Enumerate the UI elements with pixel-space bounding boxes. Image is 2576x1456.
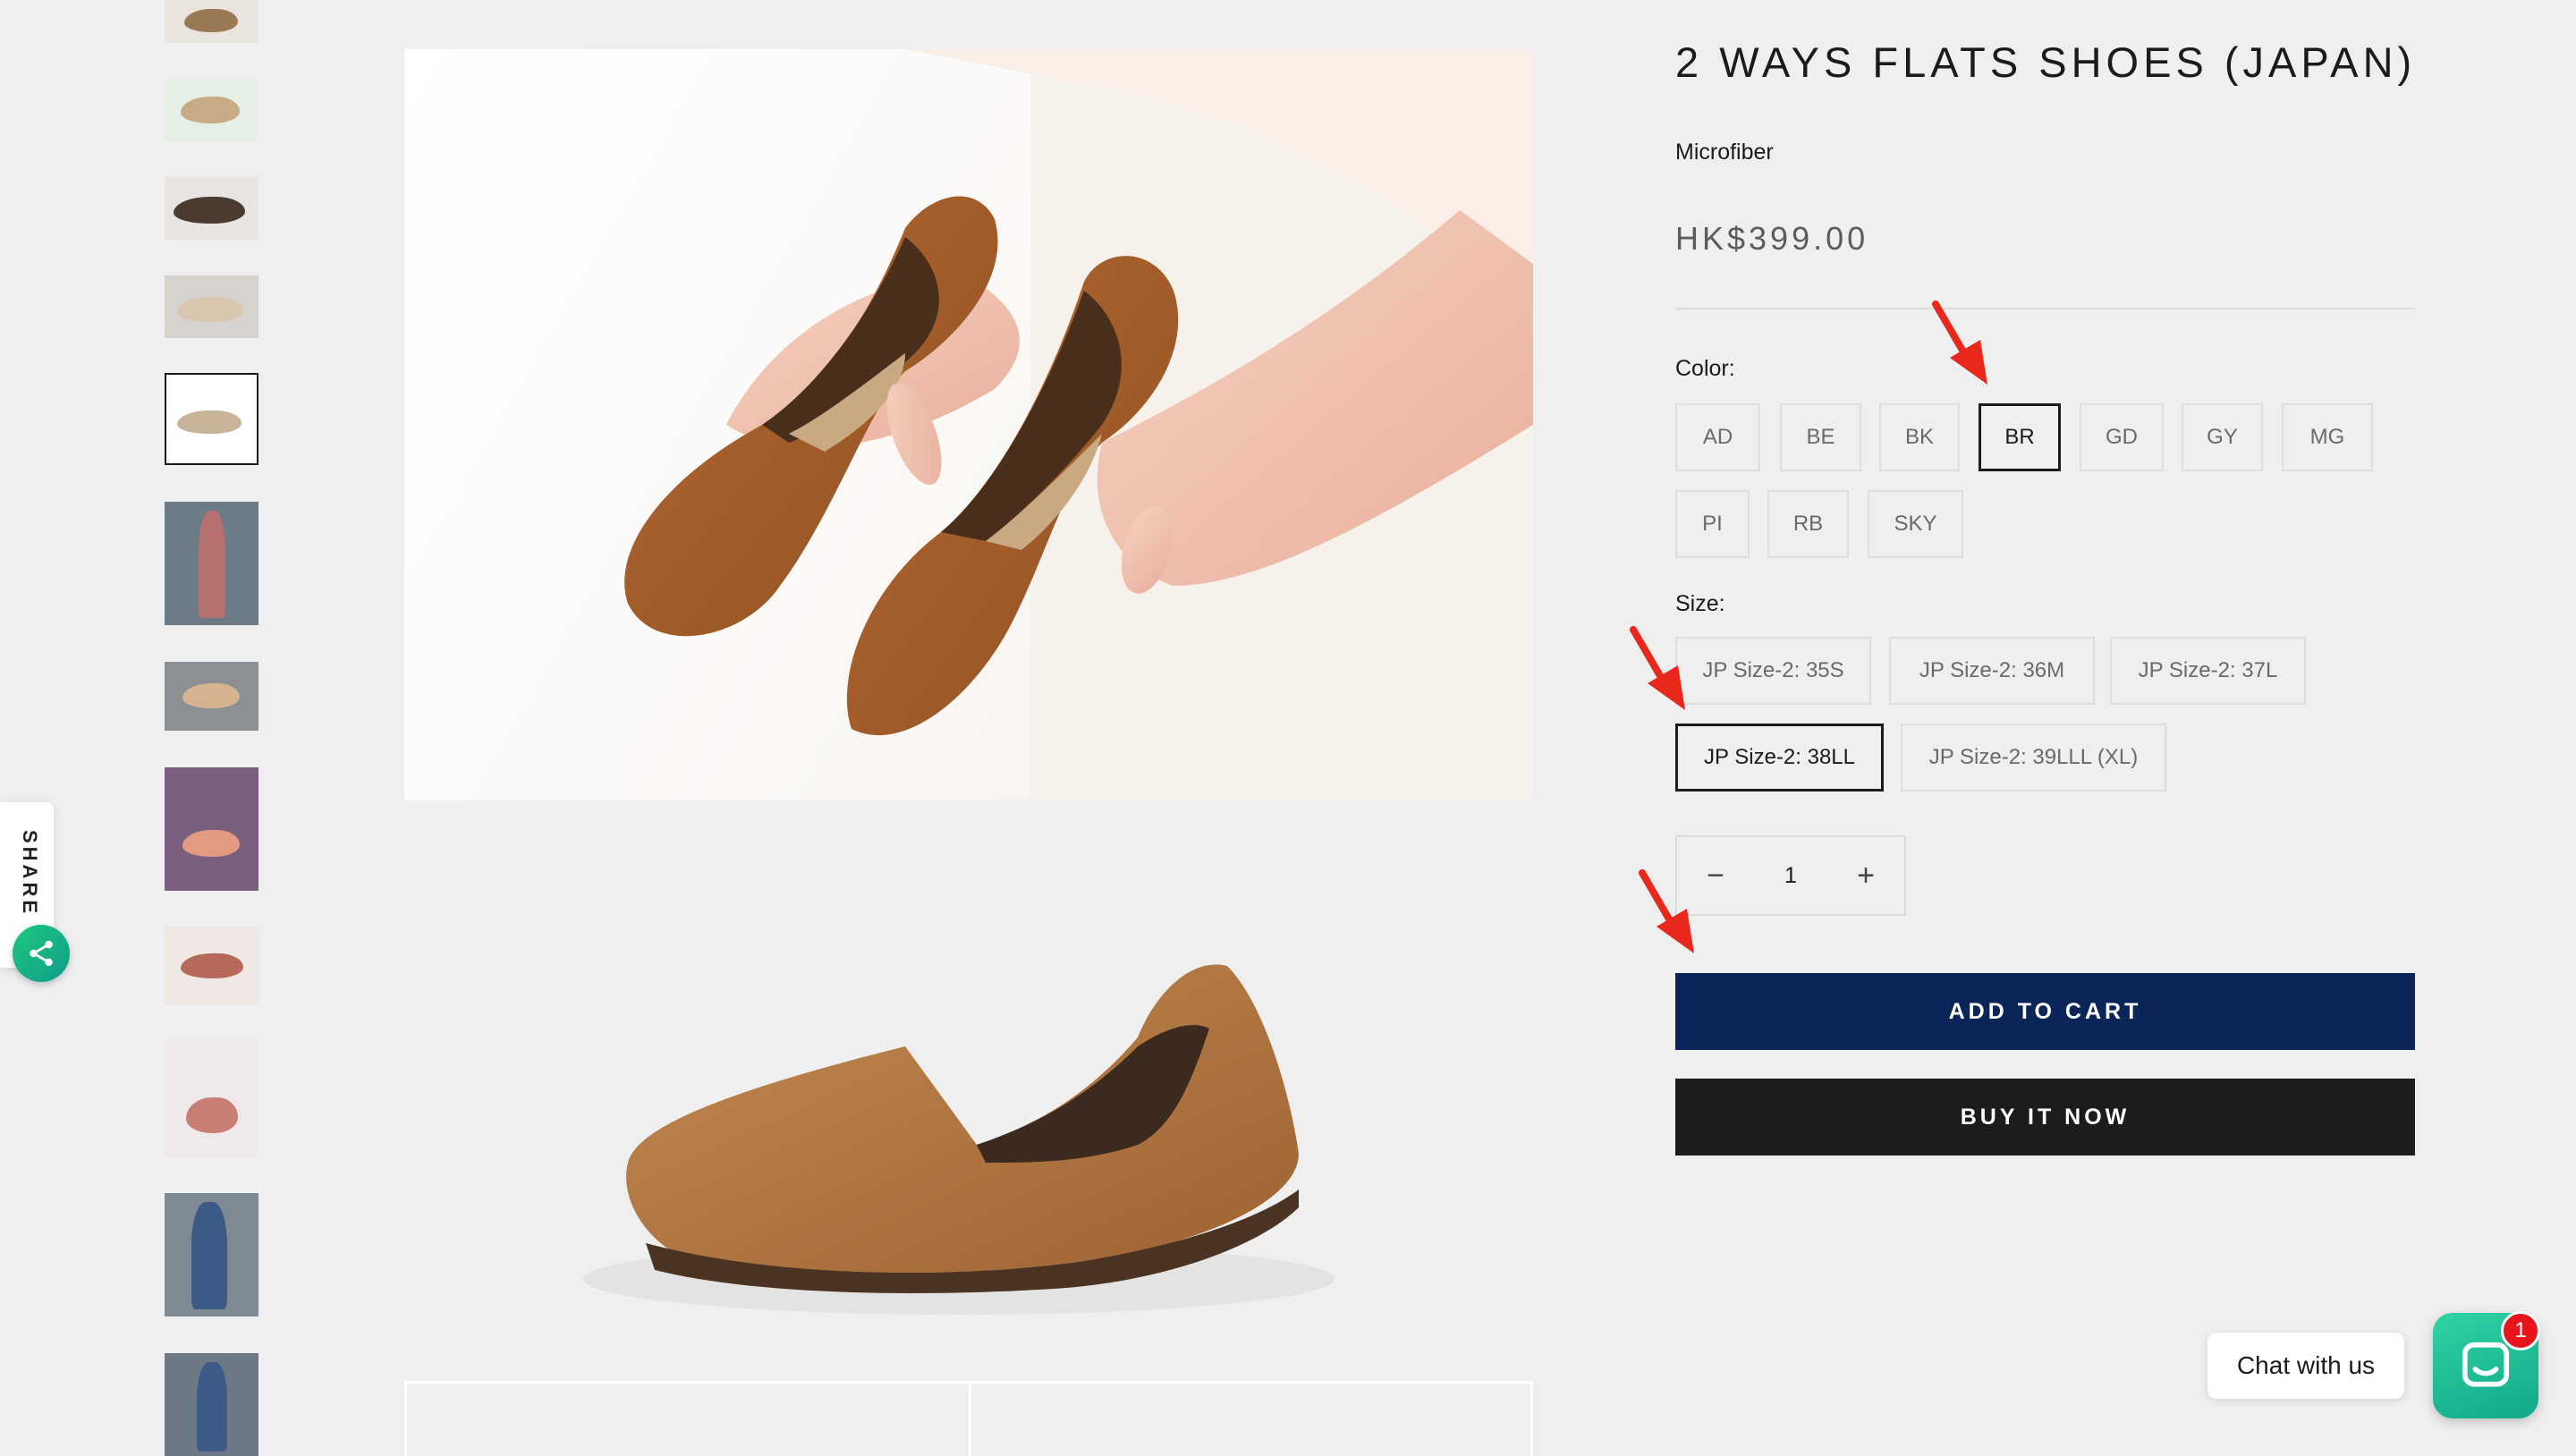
- thumbnail-5[interactable]: [165, 373, 258, 465]
- color-swatch-br[interactable]: BR: [1979, 403, 2061, 471]
- size-swatch-38ll[interactable]: JP Size-2: 38LL: [1675, 724, 1884, 791]
- add-to-cart-button[interactable]: ADD TO CART: [1675, 973, 2415, 1050]
- buy-it-now-button[interactable]: BUY IT NOW: [1675, 1079, 2415, 1155]
- shoes-held-in-hands-illustration: [624, 49, 1533, 800]
- size-swatch-35s[interactable]: JP Size-2: 35S: [1675, 637, 1871, 705]
- chat-icon: [2462, 1342, 2510, 1387]
- annotation-arrow-color: [1932, 301, 1987, 385]
- additional-images-frame: [404, 1381, 1533, 1456]
- color-swatch-gy[interactable]: GY: [2182, 403, 2263, 471]
- color-swatch-mg[interactable]: MG: [2282, 403, 2373, 471]
- quantity-increase-button[interactable]: +: [1827, 837, 1904, 914]
- thumbnail-2[interactable]: [165, 79, 258, 141]
- size-swatch-39lll-xl[interactable]: JP Size-2: 39LLL (XL): [1901, 724, 2166, 791]
- thumbnail-8[interactable]: [165, 767, 258, 891]
- size-swatch-36m[interactable]: JP Size-2: 36M: [1889, 637, 2095, 705]
- divider: [1675, 308, 2415, 309]
- thumbnail-10[interactable]: [165, 1040, 258, 1157]
- thumbnail-11[interactable]: [165, 1193, 258, 1316]
- quantity-stepper: − 1 +: [1675, 835, 1906, 916]
- color-swatch-rb[interactable]: RB: [1767, 490, 1849, 558]
- annotation-arrow-size: [1630, 626, 1685, 710]
- size-label: Size:: [1675, 591, 1725, 616]
- thumbnail-1[interactable]: [165, 0, 258, 43]
- share-button[interactable]: [13, 925, 70, 982]
- chat-notification-badge: 1: [2501, 1311, 2540, 1350]
- product-title: 2 WAYS FLATS SHOES (JAPAN): [1675, 38, 2417, 86]
- color-swatch-be[interactable]: BE: [1780, 403, 1861, 471]
- share-icon: [30, 940, 53, 967]
- main-product-image[interactable]: [404, 49, 1533, 800]
- thumbnail-9[interactable]: [165, 927, 258, 1005]
- size-swatch-37l[interactable]: JP Size-2: 37L: [2110, 637, 2306, 705]
- share-label: SHARE: [19, 830, 41, 918]
- thumbnail-3[interactable]: [165, 177, 258, 240]
- thumbnail-6[interactable]: [165, 502, 258, 625]
- shoe-side-view-illustration: [583, 964, 1335, 1315]
- color-swatch-sky[interactable]: SKY: [1868, 490, 1963, 558]
- color-swatch-pi[interactable]: PI: [1675, 490, 1750, 558]
- color-swatch-gd[interactable]: GD: [2080, 403, 2164, 471]
- chat-prompt-bubble[interactable]: Chat with us: [2207, 1333, 2404, 1399]
- color-swatch-bk[interactable]: BK: [1879, 403, 1960, 471]
- thumbnail-7[interactable]: [165, 662, 258, 731]
- thumbnail-12[interactable]: [165, 1353, 258, 1456]
- product-material: Microfiber: [1675, 140, 1774, 165]
- color-label: Color:: [1675, 356, 1735, 381]
- secondary-product-image[interactable]: [404, 859, 1533, 1359]
- thumbnail-4[interactable]: [165, 275, 258, 338]
- color-swatch-ad[interactable]: AD: [1675, 403, 1760, 471]
- frame-divider: [969, 1384, 971, 1456]
- quantity-input[interactable]: 1: [1754, 837, 1827, 914]
- product-price: HK$399.00: [1675, 220, 1869, 257]
- annotation-arrow-cart: [1639, 869, 1694, 953]
